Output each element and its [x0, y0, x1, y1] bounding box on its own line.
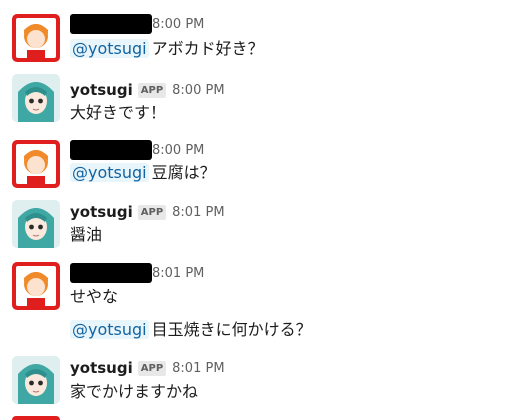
message-text: 大好きです！: [70, 103, 167, 122]
user-avatar-icon[interactable]: [12, 14, 60, 62]
mention-link[interactable]: @yotsugi: [70, 320, 149, 339]
message-text: @yotsugi アボカド好き？: [70, 38, 264, 60]
username[interactable]: yotsugi: [70, 359, 133, 377]
timestamp[interactable]: 8:00 PM: [152, 143, 204, 158]
message-2: yotsugi APP 8:00 PM 大好きです！: [0, 70, 531, 130]
message-3: 8:00 PM @yotsugi 豆腐は？: [0, 134, 531, 194]
message-1: 8:00 PM @yotsugi アボカド好き？: [0, 8, 531, 68]
bot-avatar-icon[interactable]: [12, 356, 60, 404]
message-text: 醤油: [70, 225, 103, 244]
redacted-username: [70, 14, 152, 34]
next-user-avatar-icon[interactable]: [12, 416, 60, 420]
redacted-username: [70, 140, 152, 160]
redacted-username: [70, 263, 152, 283]
message-content: アボカド好き？: [151, 39, 264, 58]
message-text: せやな: [70, 287, 119, 306]
message-header: 8:00 PM: [70, 138, 204, 162]
message-6: yotsugi APP 8:01 PM 家でかけますかね: [0, 352, 531, 418]
app-badge: APP: [137, 360, 167, 376]
timestamp[interactable]: 8:01 PM: [172, 205, 224, 220]
message-content: 豆腐は？: [151, 163, 216, 182]
timestamp[interactable]: 8:01 PM: [172, 361, 224, 376]
username[interactable]: yotsugi: [70, 203, 133, 221]
mention-link[interactable]: @yotsugi: [70, 39, 149, 58]
message-5: 8:01 PM せやな @yotsugi 目玉焼きに何かける？: [0, 258, 531, 350]
message-4: yotsugi APP 8:01 PM 醤油: [0, 196, 531, 256]
message-header: 8:00 PM: [70, 12, 204, 36]
message-header: yotsugi APP 8:01 PM: [70, 200, 225, 224]
user-avatar-icon[interactable]: [12, 262, 60, 310]
message-header: yotsugi APP 8:01 PM: [70, 356, 225, 380]
followup-message-text: @yotsugi 目玉焼きに何かける？: [70, 319, 312, 341]
username[interactable]: yotsugi: [70, 81, 133, 99]
bot-avatar-icon[interactable]: [12, 74, 60, 122]
timestamp[interactable]: 8:01 PM: [152, 266, 204, 281]
message-text: @yotsugi 豆腐は？: [70, 162, 216, 184]
bot-avatar-icon[interactable]: [12, 200, 60, 248]
message-header: 8:01 PM: [70, 261, 204, 285]
user-avatar-icon[interactable]: [12, 140, 60, 188]
timestamp[interactable]: 8:00 PM: [152, 17, 204, 32]
timestamp[interactable]: 8:00 PM: [172, 83, 224, 98]
app-badge: APP: [137, 82, 167, 98]
app-badge: APP: [137, 204, 167, 220]
message-text: 家でかけますかね: [70, 382, 199, 401]
mention-link[interactable]: @yotsugi: [70, 163, 149, 182]
message-header: yotsugi APP 8:00 PM: [70, 78, 225, 102]
message-content: 目玉焼きに何かける？: [151, 320, 312, 339]
